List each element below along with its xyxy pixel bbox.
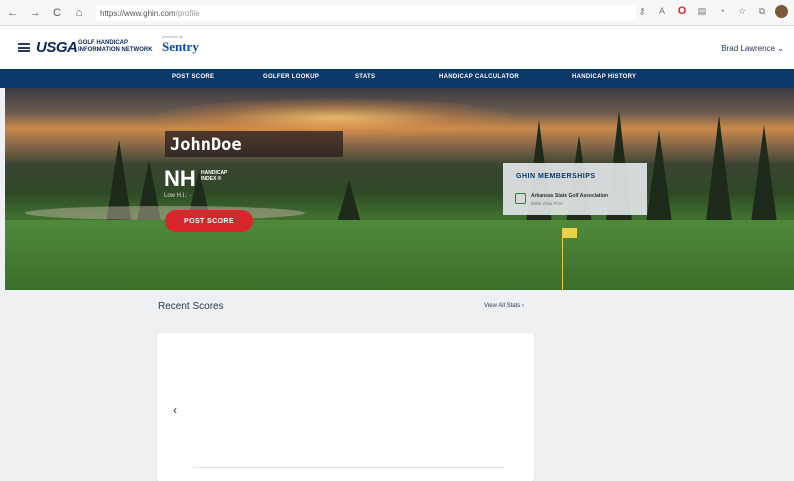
url-path: /profile (175, 8, 200, 18)
handicap-index-label: HANDICAP INDEX ® (201, 170, 227, 182)
post-score-button[interactable]: POST SCORE (165, 210, 253, 232)
site-header: USGA GOLF HANDICAP INFORMATION NETWORK p… (0, 26, 794, 69)
tree (750, 125, 778, 230)
main-navigation: POST SCORE GOLFER LOOKUP STATS HANDICAP … (0, 69, 794, 88)
url-host: https://www.ghin.com (100, 8, 176, 18)
sponsor-logo: powered by Sentry (162, 34, 199, 55)
memberships-card: GHIN MEMBERSHIPS Arkansas State Golf Ass… (503, 163, 647, 215)
handicap-index-value: NH (164, 166, 196, 191)
collections-icon[interactable]: ⧉ (755, 4, 769, 18)
user-menu[interactable]: Brad Lawrence ⌄ (721, 44, 784, 53)
extension-toolbar: ⚷ A O ▤ ◔ ☆ ⧉ (635, 4, 788, 18)
nav-stats[interactable]: STATS (355, 74, 375, 80)
extension-icon[interactable]: ◔ (715, 4, 729, 18)
sponsor-name: Sentry (162, 39, 199, 54)
ghin-logo-text: GOLF HANDICAP INFORMATION NETWORK (78, 40, 153, 54)
handicap-label-line-2: INDEX ® (201, 176, 222, 182)
chevron-down-icon: ⌄ (777, 44, 784, 53)
reload-icon[interactable]: C (48, 4, 66, 22)
nav-post-score[interactable]: POST SCORE (172, 74, 214, 80)
nav-golfer-lookup[interactable]: GOLFER LOOKUP (263, 74, 319, 80)
translate-icon[interactable]: A (655, 4, 669, 18)
hero-banner: JohnDoe NH HANDICAP INDEX ® Low H.I.: - … (5, 88, 794, 290)
ghin-line-2: INFORMATION NETWORK (78, 47, 153, 53)
browser-toolbar: ← → C ⌂ https://www.ghin.com/profile ⚷ A… (0, 0, 794, 26)
recent-scores-card: ‹ (157, 333, 534, 481)
divider (193, 467, 505, 468)
key-icon[interactable]: ⚷ (635, 4, 649, 18)
ghin-line-1: GOLF HANDICAP (78, 40, 128, 46)
home-icon[interactable]: ⌂ (70, 4, 88, 22)
nav-handicap-history[interactable]: HANDICAP HISTORY (572, 74, 636, 80)
hamburger-menu-icon[interactable] (18, 43, 30, 52)
player-name-box: JohnDoe (165, 131, 343, 157)
association-name[interactable]: Arkansas State Golf Association (531, 193, 608, 199)
user-name: Brad Lawrence (721, 44, 776, 53)
forward-icon[interactable]: → (26, 4, 44, 22)
profile-avatar[interactable] (775, 4, 788, 18)
view-all-stats-link[interactable]: View All Stats › (484, 303, 524, 309)
recent-scores-title: Recent Scores (158, 301, 224, 312)
address-bar[interactable]: https://www.ghin.com/profile (96, 5, 636, 21)
tree (645, 130, 673, 230)
chevron-left-icon[interactable]: ‹ (173, 403, 177, 417)
player-name: JohnDoe (170, 135, 242, 155)
usga-logo[interactable]: USGA (36, 39, 78, 56)
fairway (5, 220, 794, 290)
back-icon[interactable]: ← (4, 4, 22, 22)
reader-icon[interactable]: ▤ (695, 4, 709, 18)
association-logo-icon (515, 193, 526, 204)
memberships-title: GHIN MEMBERSHIPS (516, 173, 596, 180)
opera-icon[interactable]: O (675, 4, 689, 18)
tree (705, 115, 733, 230)
star-icon[interactable]: ☆ (735, 4, 749, 18)
flag-icon (563, 228, 577, 238)
club-name: Bella Vista POA (531, 201, 563, 206)
nav-handicap-calculator[interactable]: HANDICAP CALCULATOR (439, 74, 519, 80)
low-handicap-index: Low H.I.: - (164, 193, 192, 199)
